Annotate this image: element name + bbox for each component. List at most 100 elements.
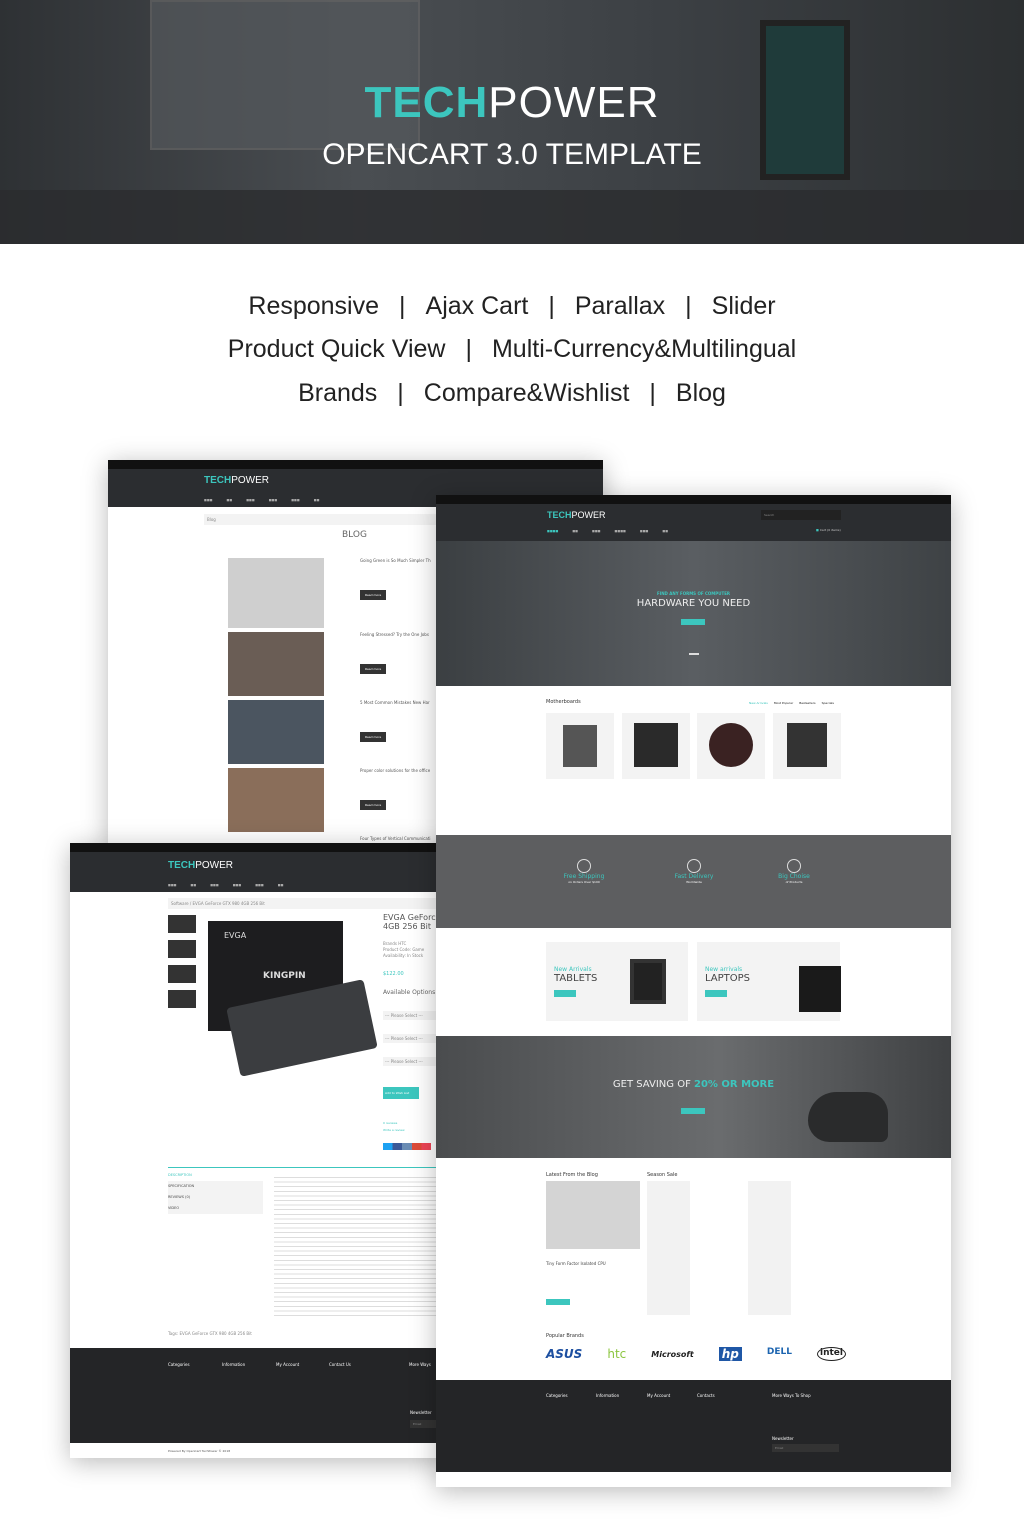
add-to-wishlist-button[interactable]: Add to Wish List (383, 1087, 419, 1099)
decor: ■■■■ (547, 529, 559, 533)
product-page-footer-cols-4: More Ways (409, 1362, 431, 1367)
decor: ■■ (226, 498, 233, 502)
decor (634, 723, 678, 767)
page-title: BLOG (342, 530, 367, 540)
saving-title: GET SAVING OF 20% OR MORE (436, 1079, 951, 1090)
desk-image (0, 190, 1024, 244)
feature-line-3: Brands | Compare&Wishlist | Blog (0, 379, 1024, 408)
shop-now-button (705, 990, 727, 997)
brand-subtitle: OPENCART 3.0 TEMPLATE (322, 138, 702, 171)
product-page-logo-rest: POWER (195, 860, 234, 871)
write-review-link[interactable]: Write a review (383, 1128, 405, 1132)
powered-by: Powered By OpenCart TechPower © 2018 (168, 1449, 231, 1453)
home-page-benefits-1-sub: Worldwide (686, 880, 702, 884)
option-select[interactable]: --- Please Select --- (383, 1011, 443, 1020)
social-share-icons[interactable] (383, 1143, 431, 1150)
read-more-button[interactable] (546, 1299, 570, 1305)
option-select[interactable]: --- Please Select --- (383, 1057, 443, 1066)
nav-menu[interactable]: ■■■ ■■ ■■■ ■■■ ■■■ ■■ (168, 883, 283, 887)
tablets-banner[interactable]: New Arrivals TABLETS (546, 942, 688, 1021)
blog-image (228, 558, 324, 628)
logo: TECHPOWER (547, 510, 606, 520)
home-page-screenshot: TECHPOWER Search ■■■■ ■■ ■■■ ■■■■ ■■■ ■■ ■ Ca… (436, 495, 951, 1487)
search-input[interactable]: Search (761, 510, 841, 520)
product-tags[interactable]: Tags: EVGA GeForce GTX 980 4GB 256 Bit (168, 1331, 252, 1336)
product-tabs[interactable]: New Arrivals Most Popular Bestsellers Speci… (749, 701, 834, 705)
brand-logo-asus[interactable]: ASUS (546, 1347, 582, 1361)
decor: TECHPOWER ■■■ ■■ ■■■ ■■■ ■■■ ■■ (70, 852, 450, 892)
brand-logo-dell[interactable]: DELL (767, 1347, 792, 1361)
features-0-1: Ajax Cart (425, 292, 529, 320)
decor: ■■■ (639, 529, 649, 533)
product-card[interactable] (697, 713, 765, 779)
home-page-footer-cols-0: Categories (546, 1393, 568, 1398)
read-more-button[interactable]: Read more (360, 664, 387, 674)
tab-description[interactable]: DESCRIPTION (168, 1170, 263, 1181)
product-price: $122.00 (383, 971, 404, 977)
tab-specification[interactable]: SPECIFICATION (168, 1181, 263, 1192)
brand-logo-htc[interactable]: htc (607, 1347, 626, 1361)
option-select[interactable]: --- Please Select --- (383, 1034, 443, 1043)
decor (436, 495, 951, 504)
product-card[interactable] (546, 713, 614, 779)
blog-post-title[interactable]: Four Types of Vertical Communicati (360, 836, 431, 841)
nav-menu[interactable]: ■■■ ■■ ■■■ ■■■ ■■■ ■■ (204, 498, 319, 502)
hero-slider[interactable]: FIND ANY FORMS OF COMPUTER HARDWARE YOU … (436, 541, 951, 686)
laptops-banner[interactable]: New arrivals LAPTOPS (697, 942, 841, 1021)
blog-post-title[interactable]: Tiny Form Factor Isolated CPU (546, 1261, 606, 1266)
home-page-benefits-2-title: Big Choise (778, 873, 810, 880)
blog-image (228, 632, 324, 696)
home-page-footer-cols-3: Contacts (697, 1393, 715, 1398)
decor: ■■■ (592, 529, 601, 533)
separator: | (399, 292, 406, 320)
feature-line-1: Responsive | Ajax Cart | Parallax | Slider (0, 292, 1024, 321)
brand-title: TECHPOWER (0, 78, 1024, 128)
features-2-1: Compare&Wishlist (423, 379, 630, 407)
hero-brand-rest: POWER (488, 78, 660, 127)
blog-post-title[interactable]: Proper color solutions for the office (360, 768, 430, 773)
features-1-0: Product Quick View (227, 335, 446, 363)
product-card[interactable] (773, 713, 841, 779)
rocket-icon (687, 859, 701, 873)
reviews-link[interactable]: 0 reviews (383, 1121, 397, 1125)
thumbnail-gallery[interactable] (168, 915, 196, 1015)
brand-logo-hp[interactable]: hp (718, 1347, 742, 1361)
read-more-button[interactable]: Read more (360, 732, 387, 742)
home-page-saving-highlight: 20% OR MORE (694, 1079, 775, 1090)
logo: TECHPOWER (168, 860, 233, 871)
options-title: Available Options (383, 989, 436, 996)
product-card[interactable] (622, 713, 690, 779)
shop-now-button[interactable] (681, 619, 705, 625)
home-page-banners-0-title: TABLETS (554, 973, 598, 984)
separator: | (548, 292, 555, 320)
blog-post-title[interactable]: Feeling Stressed? Try the One Jobs (360, 632, 429, 637)
home-page-footer-cols-4: More Ways To Shop (772, 1393, 811, 1398)
blog-page-logo-rest: POWER (231, 475, 270, 486)
nav-menu[interactable]: ■■■■ ■■ ■■■ ■■■■ ■■■ ■■ (547, 529, 668, 533)
read-more-button[interactable]: Read more (360, 800, 387, 810)
slider-dots[interactable] (689, 653, 699, 655)
product-page-meta-2: Availability: In Stock (383, 953, 424, 958)
features-0-0: Responsive (248, 292, 380, 320)
home-page-banners-1-title: LAPTOPS (705, 973, 751, 984)
product-page-footer-cols-2: My Account (276, 1362, 300, 1367)
tab-video[interactable]: VIDEO (168, 1203, 263, 1214)
brand-logo-microsoft[interactable]: Microsoft (651, 1350, 693, 1361)
breadcrumb[interactable]: Software / EVGA GeForce GTX 980 4GB 256 … (168, 898, 448, 909)
tab-reviews[interactable]: REVIEWS (0) (168, 1192, 263, 1203)
home-page-logo-rest: POWER (571, 510, 606, 520)
decor: ■■■ (255, 883, 264, 887)
home-page-benefits-0-title: Free Shipping (563, 873, 605, 880)
blog-post-title[interactable]: Going Green is So Much Simpler Th (360, 558, 431, 563)
shop-now-button[interactable] (681, 1108, 705, 1114)
sale-section-title: Season Sale (647, 1172, 678, 1178)
product-tabs[interactable]: DESCRIPTION SPECIFICATION REVIEWS (0) VI… (168, 1170, 263, 1214)
read-more-button[interactable]: Read more (360, 590, 387, 600)
newsletter-email-input[interactable]: Email (772, 1444, 839, 1452)
brand-logo-intel[interactable]: intel (817, 1347, 846, 1361)
sale-products-grid[interactable] (647, 1181, 842, 1315)
product-page-newsletter: Newsletter (410, 1410, 432, 1415)
slide-title: HARDWARE YOU NEED (636, 598, 751, 609)
cart-button[interactable]: ■ Cart (0 items) (816, 528, 841, 532)
blog-post-title[interactable]: 5 Most Common Mistakes New Har (360, 700, 430, 705)
